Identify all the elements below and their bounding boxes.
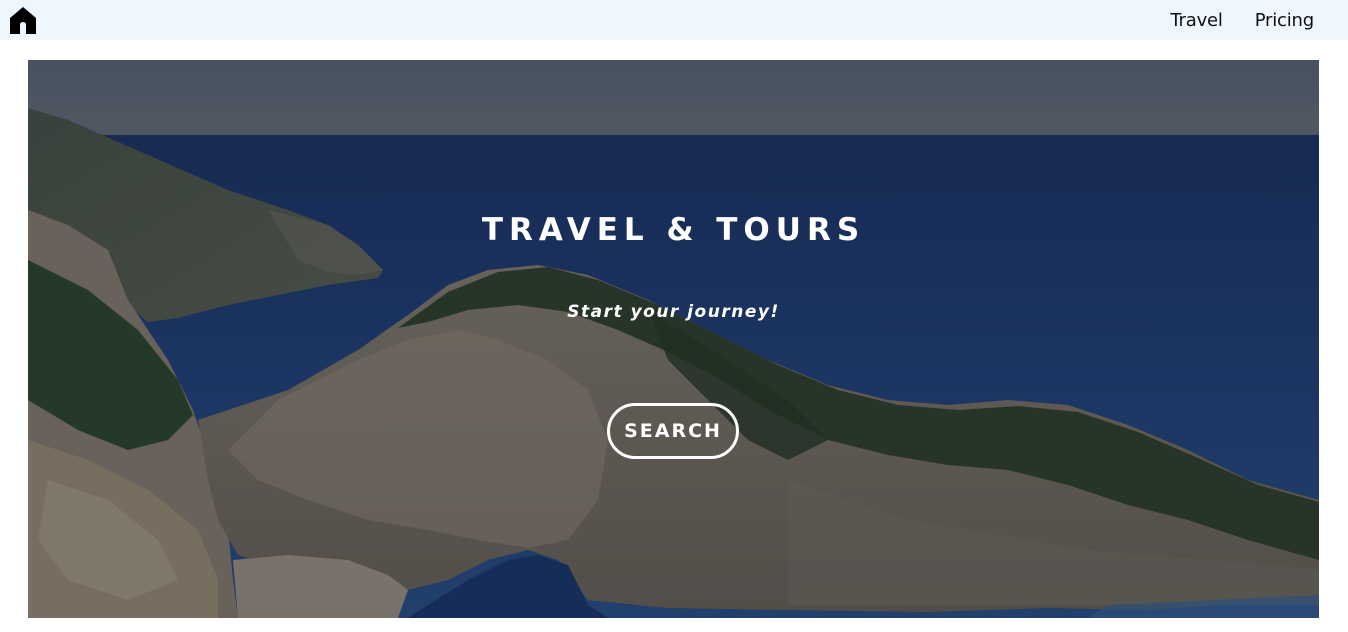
hero-title: TRAVEL & TOURS	[481, 212, 866, 248]
top-navbar: Travel Pricing	[0, 0, 1348, 40]
home-icon	[10, 7, 36, 34]
hero-banner: TRAVEL & TOURS Start your journey! SEARC…	[28, 60, 1319, 618]
nav-links: Travel Pricing	[1170, 0, 1314, 40]
nav-link-travel[interactable]: Travel	[1170, 10, 1223, 31]
nav-link-pricing[interactable]: Pricing	[1255, 10, 1314, 31]
home-link[interactable]	[9, 6, 37, 34]
search-button[interactable]: SEARCH	[607, 403, 739, 459]
hero-background-image	[28, 60, 1319, 618]
hero-subtitle: Start your journey!	[567, 302, 780, 322]
